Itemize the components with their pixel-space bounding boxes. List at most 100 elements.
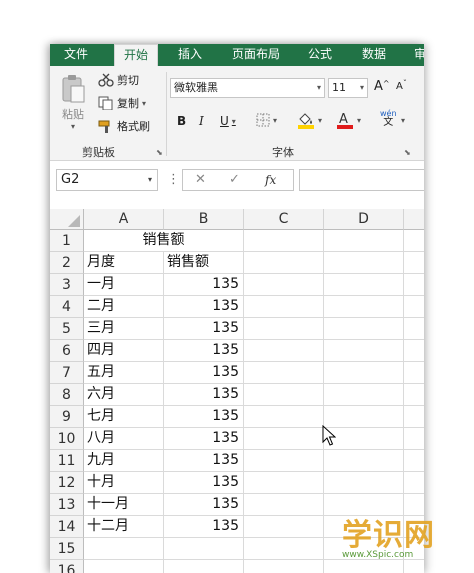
cell-e7[interactable] (404, 362, 424, 384)
tab-page-layout[interactable]: 页面布局 (232, 44, 280, 66)
paste-button[interactable]: 粘贴 ▾ (60, 74, 86, 131)
phonetic-dropdown-icon[interactable]: ▾ (401, 116, 405, 125)
cell-d2[interactable] (324, 252, 404, 274)
font-name-select[interactable]: 微软雅黑 ▾ (170, 78, 325, 98)
cell-e2[interactable] (404, 252, 424, 274)
row-header-2[interactable]: 2 (50, 252, 84, 274)
row-header-13[interactable]: 13 (50, 494, 84, 516)
cell-e10[interactable] (404, 428, 424, 450)
cell-b5[interactable]: 135 (164, 318, 244, 340)
row-header-14[interactable]: 14 (50, 516, 84, 538)
cell-c4[interactable] (244, 296, 324, 318)
cell-e1[interactable] (404, 230, 424, 252)
cell-e8[interactable] (404, 384, 424, 406)
tab-formulas[interactable]: 公式 (308, 44, 332, 66)
cell-d16[interactable] (324, 560, 404, 573)
cell-c7[interactable] (244, 362, 324, 384)
column-header-d[interactable]: D (324, 209, 404, 230)
row-header-10[interactable]: 10 (50, 428, 84, 450)
cell-c12[interactable] (244, 472, 324, 494)
cell-d3[interactable] (324, 274, 404, 296)
cell-b12[interactable]: 135 (164, 472, 244, 494)
tab-home[interactable]: 开始 (114, 44, 159, 67)
cell-d5[interactable] (324, 318, 404, 340)
cell-a2[interactable]: 月度 (84, 252, 164, 274)
fill-color-button[interactable]: ▾ (297, 111, 322, 129)
cell-e11[interactable] (404, 450, 424, 472)
row-header-5[interactable]: 5 (50, 318, 84, 340)
cell-c5[interactable] (244, 318, 324, 340)
cell-c3[interactable] (244, 274, 324, 296)
phonetic-button[interactable]: wén 文 (380, 109, 397, 128)
cut-button[interactable]: 剪切 (98, 72, 139, 88)
row-header-1[interactable]: 1 (50, 230, 84, 252)
cell-c16[interactable] (244, 560, 324, 573)
row-header-6[interactable]: 6 (50, 340, 84, 362)
cell-b13[interactable]: 135 (164, 494, 244, 516)
cell-d10[interactable] (324, 428, 404, 450)
copy-button[interactable]: 复制 ▾ (98, 95, 146, 111)
cell-e6[interactable] (404, 340, 424, 362)
cell-b15[interactable] (164, 538, 244, 560)
cell-e16[interactable] (404, 560, 424, 573)
cell-b14[interactable]: 135 (164, 516, 244, 538)
cell-d4[interactable] (324, 296, 404, 318)
cell-e13[interactable] (404, 494, 424, 516)
cell-b7[interactable]: 135 (164, 362, 244, 384)
grow-font-button[interactable]: A ^ (374, 79, 390, 94)
name-box[interactable]: G2 ▾ (56, 169, 158, 191)
cell-a15[interactable] (84, 538, 164, 560)
row-header-7[interactable]: 7 (50, 362, 84, 384)
font-color-button[interactable]: A ▾ (336, 111, 361, 129)
row-header-3[interactable]: 3 (50, 274, 84, 296)
cell-b6[interactable]: 135 (164, 340, 244, 362)
cell-e5[interactable] (404, 318, 424, 340)
row-header-12[interactable]: 12 (50, 472, 84, 494)
shrink-font-button[interactable]: Aˇ (396, 79, 407, 92)
row-header-4[interactable]: 4 (50, 296, 84, 318)
cell-c6[interactable] (244, 340, 324, 362)
column-header-c[interactable]: C (244, 209, 324, 230)
cell-c2[interactable] (244, 252, 324, 274)
italic-button[interactable]: I (199, 114, 204, 128)
cell-e3[interactable] (404, 274, 424, 296)
cell-a14[interactable]: 十二月 (84, 516, 164, 538)
row-header-11[interactable]: 11 (50, 450, 84, 472)
row-header-15[interactable]: 15 (50, 538, 84, 560)
cell-a11[interactable]: 九月 (84, 450, 164, 472)
cell-a16[interactable] (84, 560, 164, 573)
cell-b8[interactable]: 135 (164, 384, 244, 406)
cell-e4[interactable] (404, 296, 424, 318)
select-all-corner[interactable] (50, 209, 84, 230)
cell-a7[interactable]: 五月 (84, 362, 164, 384)
cell-d6[interactable] (324, 340, 404, 362)
cell-a13[interactable]: 十一月 (84, 494, 164, 516)
border-button[interactable]: ▾ (256, 113, 277, 127)
cell-a12[interactable]: 十月 (84, 472, 164, 494)
tab-insert[interactable]: 插入 (178, 44, 202, 66)
cell-e9[interactable] (404, 406, 424, 428)
sheet-title-cell[interactable]: 销售额 (84, 230, 244, 252)
cell-b16[interactable] (164, 560, 244, 573)
cell-b3[interactable]: 135 (164, 274, 244, 296)
cell-c11[interactable] (244, 450, 324, 472)
cell-d11[interactable] (324, 450, 404, 472)
cell-c10[interactable] (244, 428, 324, 450)
font-launcher-icon[interactable]: ⬊ (404, 148, 411, 157)
cell-e12[interactable] (404, 472, 424, 494)
cell-a10[interactable]: 八月 (84, 428, 164, 450)
cancel-icon[interactable]: ✕ (195, 171, 206, 189)
enter-icon[interactable]: ✓ (229, 171, 240, 189)
column-header-e[interactable] (404, 209, 424, 230)
cell-b2[interactable]: 销售额 (164, 252, 244, 274)
cell-a8[interactable]: 六月 (84, 384, 164, 406)
cell-a5[interactable]: 三月 (84, 318, 164, 340)
format-painter-button[interactable]: 格式刷 (98, 118, 150, 134)
cell-c9[interactable] (244, 406, 324, 428)
cell-a9[interactable]: 七月 (84, 406, 164, 428)
underline-button[interactable]: U ▾ (220, 114, 236, 128)
cell-d9[interactable] (324, 406, 404, 428)
clipboard-launcher-icon[interactable]: ⬊ (156, 148, 163, 157)
cell-b11[interactable]: 135 (164, 450, 244, 472)
cell-c15[interactable] (244, 538, 324, 560)
